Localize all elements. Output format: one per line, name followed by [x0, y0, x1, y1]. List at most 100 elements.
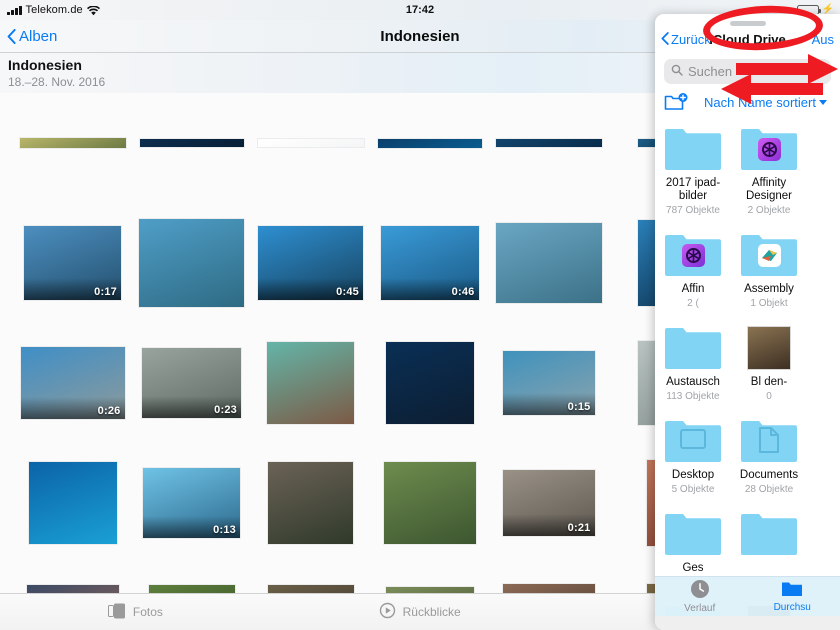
browse-folder-icon	[781, 580, 803, 601]
photo-thumbnail[interactable]	[495, 139, 602, 147]
video-duration-badge: 0:15	[567, 401, 591, 413]
photo-cell[interactable]	[370, 323, 489, 443]
photo-cell[interactable]: 0:46	[370, 203, 489, 323]
folder-item-count: 5 Objekte	[671, 484, 715, 495]
files-tab-bar: Verlauf Durchsu	[655, 576, 840, 616]
photo-thumbnail[interactable]	[19, 138, 126, 148]
folder-icon	[663, 325, 723, 371]
photo-cell[interactable]	[132, 203, 251, 323]
photo-cell[interactable]	[132, 563, 251, 593]
files-panel: Zurück iCloud Drive Aus Suchen Nach Name…	[655, 14, 840, 630]
new-folder-icon[interactable]	[664, 92, 690, 112]
photo-thumbnail[interactable]	[268, 462, 353, 544]
panel-bottom-strip	[655, 616, 840, 630]
folder-item-count: 0	[766, 391, 772, 402]
photo-cell[interactable]	[489, 83, 608, 203]
select-button[interactable]: Aus	[812, 32, 834, 47]
folder-item[interactable]: Affinity Designer 2 Objekte	[731, 122, 807, 228]
photo-thumbnail[interactable]: 0:13	[143, 468, 240, 538]
folder-name: Bl den-	[750, 376, 788, 388]
photo-thumbnail[interactable]	[502, 584, 595, 593]
photo-thumbnail[interactable]	[28, 462, 117, 544]
photo-cell[interactable]: 0:45	[251, 203, 370, 323]
document-glyph-icon	[759, 427, 779, 453]
folder-item[interactable]: 2017 ipad-bilder 787 Objekte	[655, 122, 731, 228]
folder-item-count: 113 Objekte	[666, 391, 720, 402]
folder-item[interactable]: Austausch 113 Objekte	[655, 321, 731, 414]
photo-thumbnail[interactable]	[267, 585, 354, 593]
folder-item[interactable]: Affin 2 (	[655, 228, 731, 321]
photo-thumbnail[interactable]: 0:46	[380, 226, 479, 300]
sort-dropdown[interactable]: Nach Name sortiert	[704, 95, 827, 110]
folder-item[interactable]: Bl den- 0	[731, 321, 807, 414]
photo-cell[interactable]: 0:23	[132, 323, 251, 443]
folder-icon	[663, 418, 723, 464]
photo-thumbnail[interactable]: 0:23	[142, 348, 241, 418]
folder-name: Assembly	[744, 283, 794, 295]
photo-thumbnail[interactable]: 0:21	[502, 470, 595, 536]
video-duration-badge: 0:45	[336, 286, 359, 298]
clock-icon	[690, 579, 710, 602]
photo-thumbnail[interactable]	[26, 585, 119, 593]
photo-cell[interactable]	[13, 563, 132, 593]
folder-name: 2017 ipad-bilder	[665, 177, 721, 202]
file-thumbnail	[747, 326, 791, 370]
photo-thumbnail[interactable]	[139, 219, 244, 307]
photo-cell[interactable]: 0:15	[489, 323, 608, 443]
photo-cell[interactable]	[251, 563, 370, 593]
photo-cell[interactable]	[370, 563, 489, 593]
tab-rueckblicke[interactable]: Rückblicke	[379, 602, 461, 622]
photo-cell[interactable]	[251, 443, 370, 563]
folder-item[interactable]: Documents 28 Objekte	[731, 414, 807, 507]
photo-cell[interactable]: 0:26	[13, 323, 132, 443]
search-placeholder: Suchen	[688, 64, 733, 79]
photo-cell[interactable]	[251, 323, 370, 443]
photo-thumbnail[interactable]: 0:26	[20, 347, 125, 419]
sort-label: Nach Name sortiert	[704, 94, 816, 110]
photo-cell[interactable]: 0:17	[13, 203, 132, 323]
photo-cell[interactable]	[370, 443, 489, 563]
folder-icon	[739, 418, 799, 464]
video-duration-badge: 0:26	[97, 405, 121, 417]
photo-cell[interactable]	[13, 443, 132, 563]
photo-cell[interactable]	[13, 83, 132, 203]
photo-cell[interactable]: 0:13	[132, 443, 251, 563]
photo-thumbnail[interactable]	[383, 462, 476, 544]
photo-thumbnail[interactable]: 0:45	[258, 226, 363, 300]
files-toolbar: Nach Name sortiert	[655, 84, 840, 118]
folder-icon	[663, 232, 723, 278]
memories-play-icon	[379, 602, 396, 622]
tab-verlauf[interactable]: Verlauf	[684, 579, 715, 614]
tab-durchsuchen[interactable]: Durchsu	[774, 580, 811, 613]
photo-thumbnail[interactable]	[148, 585, 235, 593]
video-duration-badge: 0:17	[94, 286, 117, 298]
folder-icon	[663, 511, 723, 557]
photo-thumbnail[interactable]	[385, 342, 474, 424]
folder-name: Austausch	[666, 376, 720, 388]
photo-thumbnail[interactable]	[139, 139, 244, 147]
photo-thumbnail[interactable]	[495, 223, 602, 303]
tab-rueckblicke-label: Rückblicke	[402, 605, 461, 619]
folder-item[interactable]: Assembly 1 Objekt	[731, 228, 807, 321]
tab-durchsuchen-label: Durchsu	[773, 602, 811, 613]
photo-thumbnail[interactable]: 0:15	[502, 351, 595, 415]
photo-thumbnail[interactable]	[377, 138, 482, 148]
folder-name: Documents	[739, 469, 799, 481]
photo-cell[interactable]	[489, 563, 608, 593]
affinity-photo-app-icon	[682, 244, 705, 267]
photo-thumbnail[interactable]	[267, 342, 354, 424]
folder-item[interactable]: Desktop 5 Objekte	[655, 414, 731, 507]
photo-thumbnail[interactable]	[257, 139, 364, 147]
folder-icon	[739, 511, 799, 557]
folder-name: Affin	[681, 283, 705, 295]
photo-cell[interactable]	[489, 203, 608, 323]
photo-cell[interactable]: 0:21	[489, 443, 608, 563]
photo-cell[interactable]	[132, 83, 251, 203]
tab-fotos[interactable]: Fotos	[107, 603, 163, 622]
folder-item-count: 28 Objekte	[744, 484, 794, 495]
photo-thumbnail[interactable]: 0:17	[24, 226, 121, 300]
photo-cell[interactable]	[251, 83, 370, 203]
tab-verlauf-label: Verlauf	[684, 603, 716, 614]
photo-cell[interactable]	[370, 83, 489, 203]
search-input[interactable]: Suchen	[664, 59, 831, 84]
